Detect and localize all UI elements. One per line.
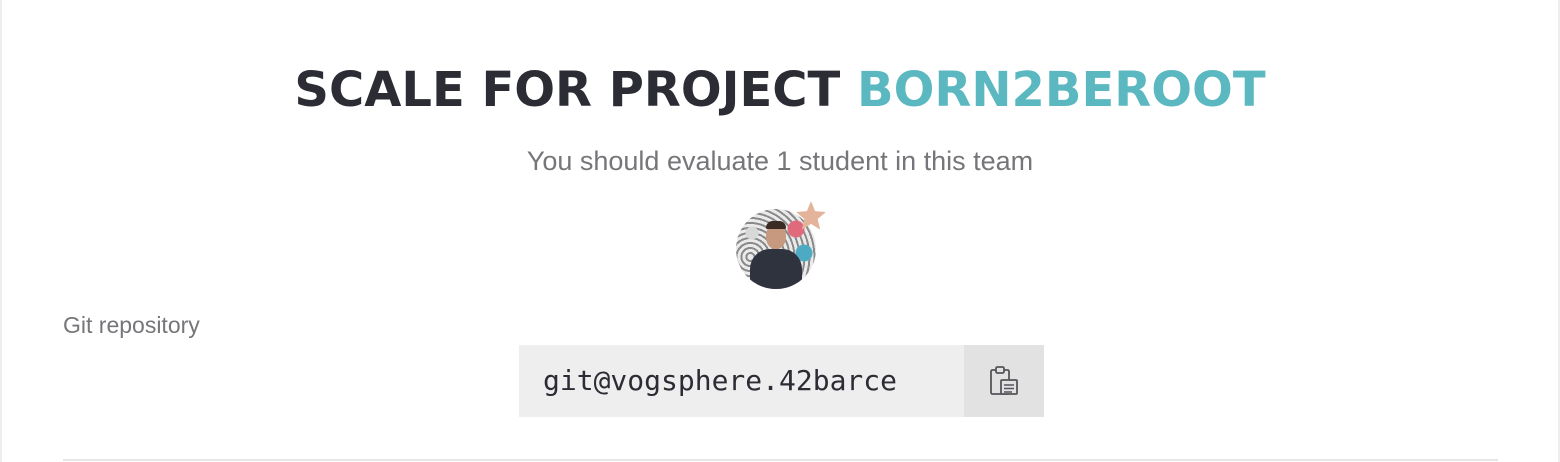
star-icon <box>796 201 826 230</box>
page-title: SCALE FOR PROJECT BORN2BEROOT <box>0 58 1560 122</box>
clipboard-icon <box>990 366 1018 395</box>
git-repository-input[interactable] <box>519 345 964 417</box>
copy-button[interactable] <box>964 345 1044 417</box>
git-repository-field <box>519 345 1044 417</box>
section-divider <box>63 459 1498 461</box>
git-repository-label: Git repository <box>63 312 200 338</box>
title-prefix: SCALE FOR PROJECT <box>294 62 841 118</box>
avatar-hair <box>766 221 786 229</box>
team-member[interactable] <box>736 201 828 291</box>
avatar-torso <box>750 249 802 289</box>
evaluation-subtitle: You should evaluate 1 student in this te… <box>526 146 1034 176</box>
project-name: BORN2BEROOT <box>856 62 1266 118</box>
